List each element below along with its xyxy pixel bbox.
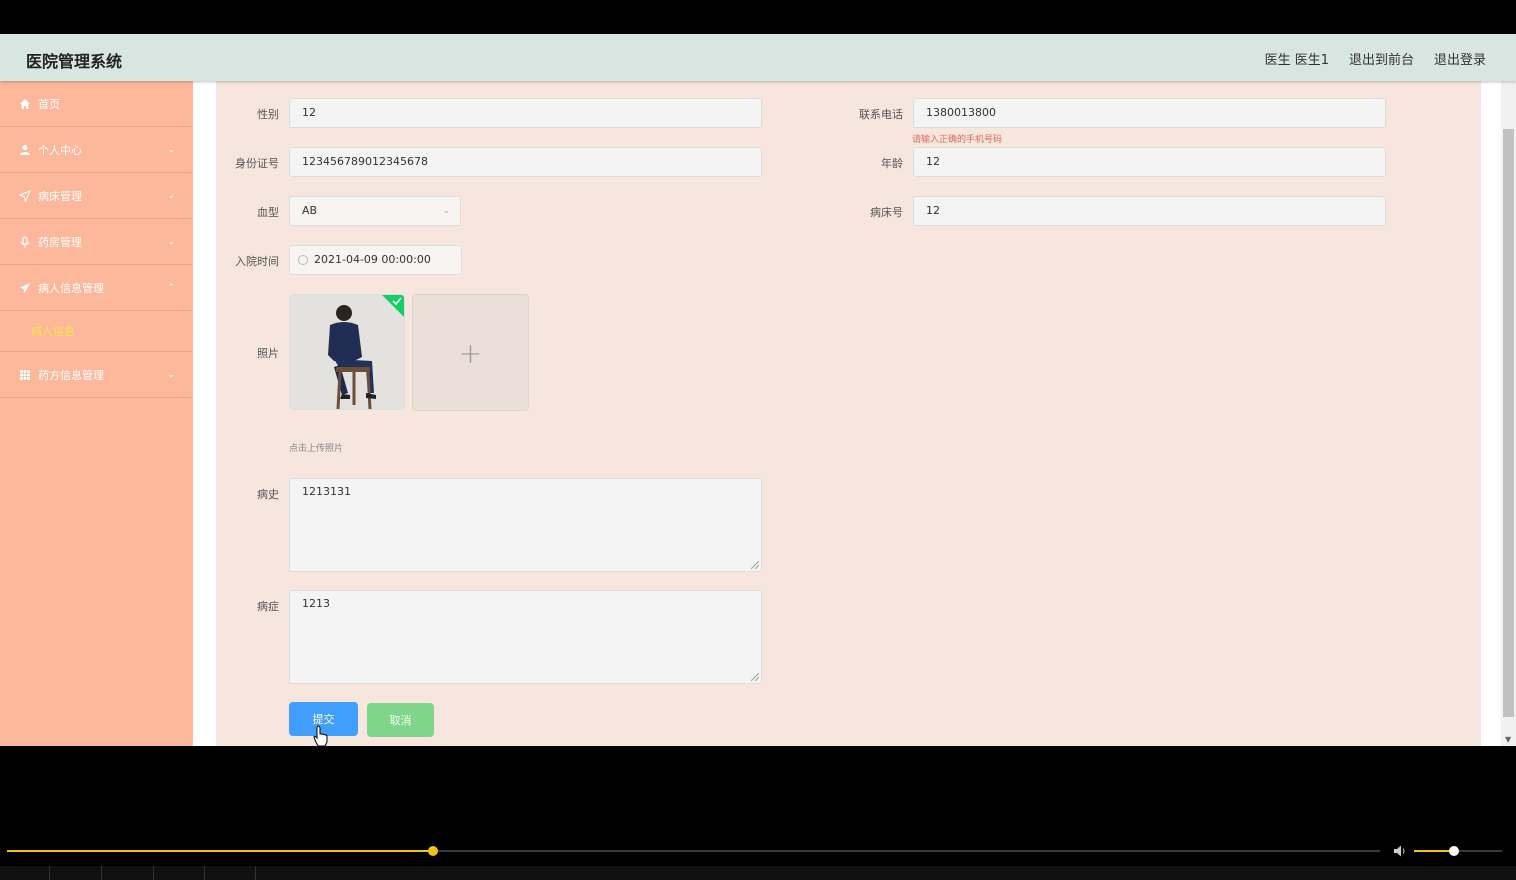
chevron-down-icon: ⌄ bbox=[167, 144, 175, 155]
app-title: 医院管理系统 bbox=[26, 52, 123, 71]
chevron-down-icon: ⌄ bbox=[442, 206, 450, 216]
phone-input[interactable]: 1380013800 bbox=[913, 98, 1386, 128]
user-icon bbox=[18, 143, 32, 157]
sidebar-item-pharmacy[interactable]: 药房管理 ⌄ bbox=[0, 219, 193, 265]
video-player-controls bbox=[0, 838, 1516, 880]
chevron-down-icon: ⌄ bbox=[167, 190, 175, 201]
seek-progress bbox=[7, 850, 433, 852]
blood-type-label: 血型 bbox=[257, 206, 279, 219]
sidebar-item-home[interactable]: 首页 bbox=[0, 81, 193, 127]
symptom-label: 病症 bbox=[257, 600, 279, 613]
upload-success-icon bbox=[382, 295, 404, 317]
uploaded-photo[interactable] bbox=[289, 294, 405, 410]
sidebar-item-prescription-management[interactable]: 药方信息管理 ⌄ bbox=[0, 351, 193, 398]
photo-label: 照片 bbox=[257, 347, 279, 360]
bed-no-label: 病床号 bbox=[870, 206, 903, 219]
send-icon bbox=[18, 189, 32, 203]
phone-error-message: 请输入正确的手机号码 bbox=[912, 135, 1003, 145]
volume-handle[interactable] bbox=[1448, 846, 1459, 856]
volume-icon[interactable] bbox=[1393, 844, 1407, 858]
age-input[interactable]: 12 bbox=[913, 147, 1386, 177]
clock-icon bbox=[298, 255, 308, 265]
sidebar-item-label: 病床管理 bbox=[38, 189, 82, 203]
volume-level bbox=[1414, 850, 1454, 852]
blood-type-select[interactable]: AB ⌄ bbox=[289, 196, 461, 226]
id-card-label: 身份证号 bbox=[235, 157, 279, 170]
microphone-icon bbox=[18, 235, 32, 249]
back-to-front-link[interactable]: 退出到前台 bbox=[1349, 49, 1414, 68]
hand-cursor-icon bbox=[313, 725, 328, 747]
gender-label: 性别 bbox=[257, 108, 279, 121]
scroll-down-arrow-icon[interactable]: ▼ bbox=[1505, 735, 1511, 744]
taskbar bbox=[0, 866, 1516, 880]
bed-no-input[interactable]: 12 bbox=[913, 196, 1386, 226]
home-icon bbox=[18, 97, 32, 111]
upload-hint: 点击上传照片 bbox=[289, 444, 344, 454]
seek-bar[interactable] bbox=[7, 846, 1380, 856]
vertical-scrollbar[interactable]: ▼ bbox=[1501, 81, 1516, 746]
age-label: 年龄 bbox=[881, 157, 903, 170]
history-label: 病史 bbox=[257, 488, 279, 501]
resize-handle-icon[interactable] bbox=[751, 673, 759, 681]
sidebar: 首页 个人中心 ⌄ 病床管理 ⌄ 药房管理 ⌄ 病人信息管理 ⌃ 病人信息 药方… bbox=[0, 81, 193, 746]
logout-link[interactable]: 退出登录 bbox=[1434, 49, 1486, 68]
current-user-label: 医生 医生1 bbox=[1264, 53, 1329, 68]
sidebar-item-bed-management[interactable]: 病床管理 ⌄ bbox=[0, 173, 193, 219]
scrollbar-thumb[interactable] bbox=[1503, 129, 1514, 717]
taskbar-slot[interactable] bbox=[49, 866, 102, 880]
chevron-down-icon: ⌄ bbox=[167, 369, 175, 380]
edit-form: 性别 12 联系电话 1380013800 请输入正确的手机号码 身份证号 12… bbox=[216, 81, 1481, 746]
phone-label: 联系电话 bbox=[859, 108, 903, 121]
sidebar-item-label: 药房管理 bbox=[38, 235, 82, 249]
plus-icon: + bbox=[458, 336, 483, 369]
grid-icon bbox=[18, 368, 32, 382]
paper-plane-icon bbox=[18, 281, 32, 295]
history-textarea[interactable]: 1213131 bbox=[289, 478, 762, 572]
header-nav: 医生 医生1 退出到前台 退出登录 bbox=[1265, 49, 1486, 68]
sidebar-item-label: 个人中心 bbox=[38, 143, 82, 157]
sidebar-subitem-patient-info[interactable]: 病人信息 bbox=[0, 311, 193, 351]
upload-photo-button[interactable]: + bbox=[412, 294, 529, 411]
sidebar-item-patient-info-management[interactable]: 病人信息管理 ⌃ bbox=[0, 265, 193, 311]
symptom-textarea[interactable]: 1213 bbox=[289, 590, 762, 684]
top-header: 医院管理系统 医生 医生1 退出到前台 退出登录 bbox=[0, 34, 1516, 81]
id-card-input[interactable]: 123456789012345678 bbox=[289, 147, 762, 177]
volume-slider[interactable] bbox=[1414, 846, 1502, 856]
sidebar-item-label: 首页 bbox=[38, 97, 60, 111]
seek-handle[interactable] bbox=[427, 846, 438, 856]
taskbar-slot[interactable] bbox=[153, 866, 205, 880]
sidebar-item-personal-center[interactable]: 个人中心 ⌄ bbox=[0, 127, 193, 173]
sidebar-item-label: 药方信息管理 bbox=[38, 368, 104, 382]
admit-time-label: 入院时间 bbox=[235, 255, 279, 268]
gender-input[interactable]: 12 bbox=[289, 98, 762, 128]
app-window: 医院管理系统 医生 医生1 退出到前台 退出登录 首页 个人中心 ⌄ 病床管理 bbox=[0, 34, 1516, 746]
admit-time-picker[interactable]: 2021-04-09 00:00:00 bbox=[289, 245, 462, 275]
taskbar-slot[interactable] bbox=[204, 866, 256, 880]
taskbar-slot[interactable] bbox=[101, 866, 154, 880]
main-content: 性别 12 联系电话 1380013800 请输入正确的手机号码 身份证号 12… bbox=[193, 81, 1501, 746]
sidebar-item-label: 病人信息管理 bbox=[38, 281, 104, 295]
blood-type-value: AB bbox=[302, 204, 318, 217]
symptom-value: 1213 bbox=[302, 597, 330, 610]
chevron-up-icon: ⌃ bbox=[167, 282, 175, 293]
resize-handle-icon[interactable] bbox=[751, 561, 759, 569]
chevron-down-icon: ⌄ bbox=[167, 236, 175, 247]
cancel-button[interactable]: 取消 bbox=[367, 703, 434, 737]
admit-time-value: 2021-04-09 00:00:00 bbox=[314, 253, 431, 266]
taskbar-slot[interactable] bbox=[255, 866, 257, 880]
history-value: 1213131 bbox=[302, 485, 351, 498]
